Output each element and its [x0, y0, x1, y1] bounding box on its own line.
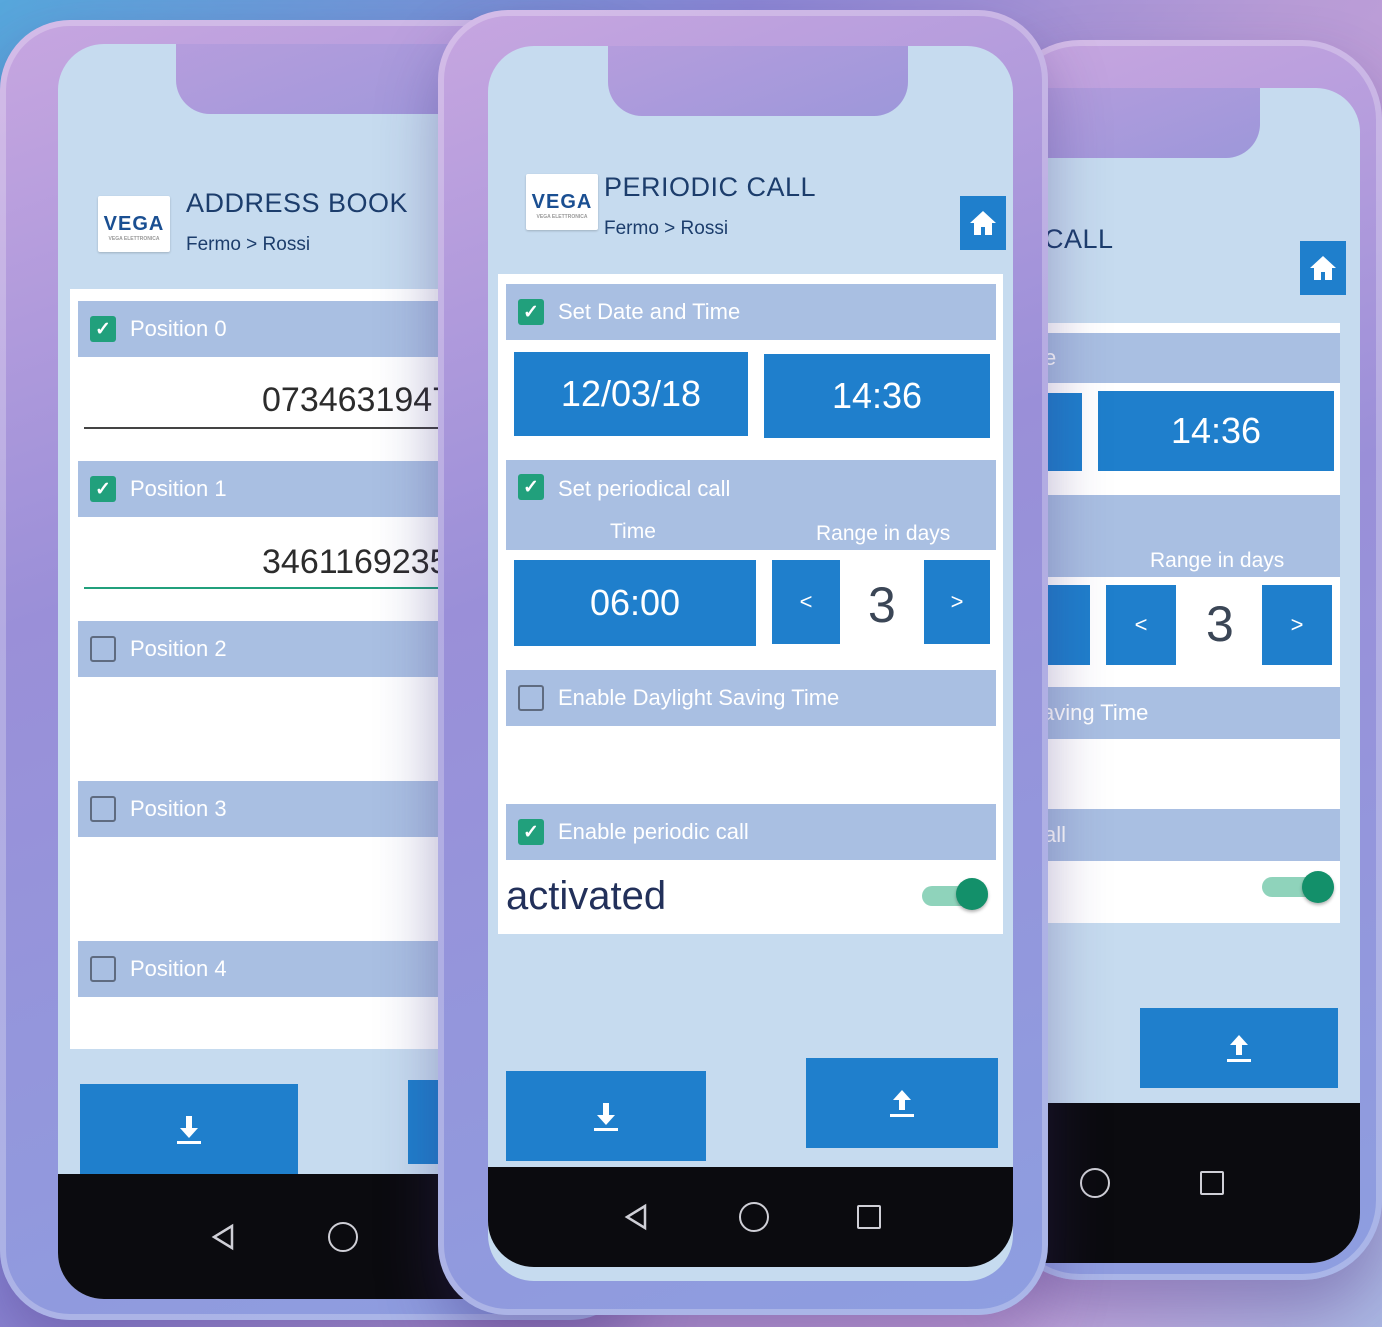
- date-value: 12/03/18: [560, 373, 702, 414]
- download-icon: [177, 1116, 201, 1144]
- upload-icon: [890, 1090, 914, 1117]
- position-1-number[interactable]: 3461169235: [262, 543, 449, 582]
- date-section-header: e: [1030, 333, 1340, 383]
- position-1-label: Position 1: [130, 476, 227, 501]
- periodic-section-header: ✓ Set periodical call Time Range in days: [506, 460, 996, 550]
- home-icon: [970, 211, 996, 235]
- time-button[interactable]: 14:36: [764, 354, 990, 438]
- date-section-label: Set Date and Time: [558, 299, 741, 324]
- periodic-section-checkbox[interactable]: ✓: [518, 474, 544, 500]
- recents-icon[interactable]: [1200, 1171, 1224, 1195]
- home-icon: [1310, 256, 1336, 280]
- page-title: ADDRESS BOOK: [186, 188, 409, 218]
- dst-section-header: Enable Daylight Saving Time: [506, 670, 996, 726]
- position-0-label: Position 0: [130, 316, 227, 341]
- enable-toggle-knob: [1302, 871, 1334, 903]
- position-4-checkbox[interactable]: [90, 956, 116, 982]
- screen-right: CALL i e 14:36 l Range in days < 3 > avi…: [1000, 88, 1360, 1263]
- periodic-time-value: 06:00: [589, 582, 681, 623]
- range-label: Range in days: [816, 522, 951, 545]
- page-title: PERIODIC CALL: [604, 172, 817, 202]
- time-button[interactable]: 14:36: [1098, 391, 1334, 471]
- position-0-checkbox[interactable]: ✓: [90, 316, 116, 342]
- enable-section-checkbox[interactable]: ✓: [518, 819, 544, 845]
- phone-center: VEGA VEGA ELETTRONICA PERIODIC CALL Fermo…: [438, 10, 1048, 1315]
- dst-section-checkbox[interactable]: [518, 685, 544, 711]
- download-button[interactable]: [80, 1084, 298, 1174]
- status-text: activated: [506, 874, 667, 918]
- dst-section-label: Enable Daylight Saving Time: [558, 685, 840, 710]
- periodic-section-header: l Range in days: [1030, 495, 1340, 577]
- vega-logo: VEGA VEGA ELETTRONICA: [98, 196, 170, 252]
- enable-toggle-knob: [956, 878, 988, 910]
- enable-section-header: all: [1030, 809, 1340, 861]
- date-section-header: ✓ Set Date and Time: [506, 284, 996, 340]
- back-icon[interactable]: [621, 1202, 651, 1232]
- decrement-button[interactable]: <: [1106, 585, 1176, 665]
- decrement-button[interactable]: <: [772, 560, 840, 644]
- position-3-label: Position 3: [130, 796, 227, 821]
- periodic-time-button[interactable]: 06:00: [514, 560, 756, 646]
- android-navbar: [488, 1167, 1013, 1267]
- screen-center: VEGA VEGA ELETTRONICA PERIODIC CALL Fermo…: [488, 46, 1013, 1281]
- breadcrumb: Fermo > Rossi: [604, 218, 729, 239]
- enable-section-label: Enable periodic call: [558, 819, 749, 844]
- increment-button[interactable]: >: [1262, 585, 1332, 665]
- page-title: CALL: [1044, 224, 1114, 254]
- upload-icon: [1227, 1035, 1251, 1062]
- upload-button[interactable]: [806, 1058, 998, 1148]
- position-1-checkbox[interactable]: ✓: [90, 476, 116, 502]
- dst-section-header: aving Time: [1030, 687, 1340, 739]
- back-icon[interactable]: [208, 1222, 238, 1252]
- range-value: 3: [1206, 596, 1234, 652]
- right-panel: e 14:36 l Range in days < 3 > aving Time…: [1030, 323, 1340, 923]
- notch: [608, 46, 908, 116]
- increment-label: >: [950, 589, 964, 614]
- position-4-label: Position 4: [130, 956, 227, 981]
- phone-right: CALL i e 14:36 l Range in days < 3 > avi…: [1000, 40, 1382, 1280]
- home-circle-icon[interactable]: [328, 1221, 358, 1252]
- home-button[interactable]: [1300, 241, 1346, 295]
- date-button[interactable]: 12/03/18: [514, 352, 748, 436]
- dst-section-label: aving Time: [1042, 700, 1149, 725]
- download-icon: [594, 1103, 618, 1131]
- position-2-label: Position 2: [130, 636, 227, 661]
- periodic-panel: ✓ Set Date and Time 12/03/18 14:36 ✓ Set…: [498, 274, 1003, 934]
- recents-icon[interactable]: [856, 1205, 881, 1229]
- position-3-checkbox[interactable]: [90, 796, 116, 822]
- increment-button[interactable]: >: [924, 560, 990, 644]
- time-label: Time: [610, 520, 656, 543]
- home-circle-icon[interactable]: [1080, 1168, 1110, 1198]
- upload-button[interactable]: [1140, 1008, 1338, 1088]
- android-navbar: [1000, 1103, 1360, 1263]
- home-button[interactable]: [960, 196, 1006, 250]
- home-circle-icon[interactable]: [738, 1202, 769, 1232]
- decrement-label: <: [799, 589, 813, 614]
- vega-logo: VEGA VEGA ELETTRONICA: [526, 174, 598, 230]
- range-value: 3: [868, 577, 896, 633]
- range-label: Range in days: [1150, 549, 1285, 572]
- date-section-checkbox[interactable]: ✓: [518, 299, 544, 325]
- increment-label: >: [1290, 612, 1304, 637]
- time-value: 14:36: [831, 375, 923, 416]
- download-button[interactable]: [506, 1071, 706, 1161]
- position-0-number[interactable]: 0734631947: [262, 381, 451, 420]
- time-value: 14:36: [1170, 410, 1262, 451]
- decrement-label: <: [1134, 612, 1148, 637]
- breadcrumb: Fermo > Rossi: [186, 234, 311, 255]
- enable-section-header: ✓ Enable periodic call: [506, 804, 996, 860]
- periodic-section-label: Set periodical call: [558, 476, 731, 501]
- position-2-checkbox[interactable]: [90, 636, 116, 662]
